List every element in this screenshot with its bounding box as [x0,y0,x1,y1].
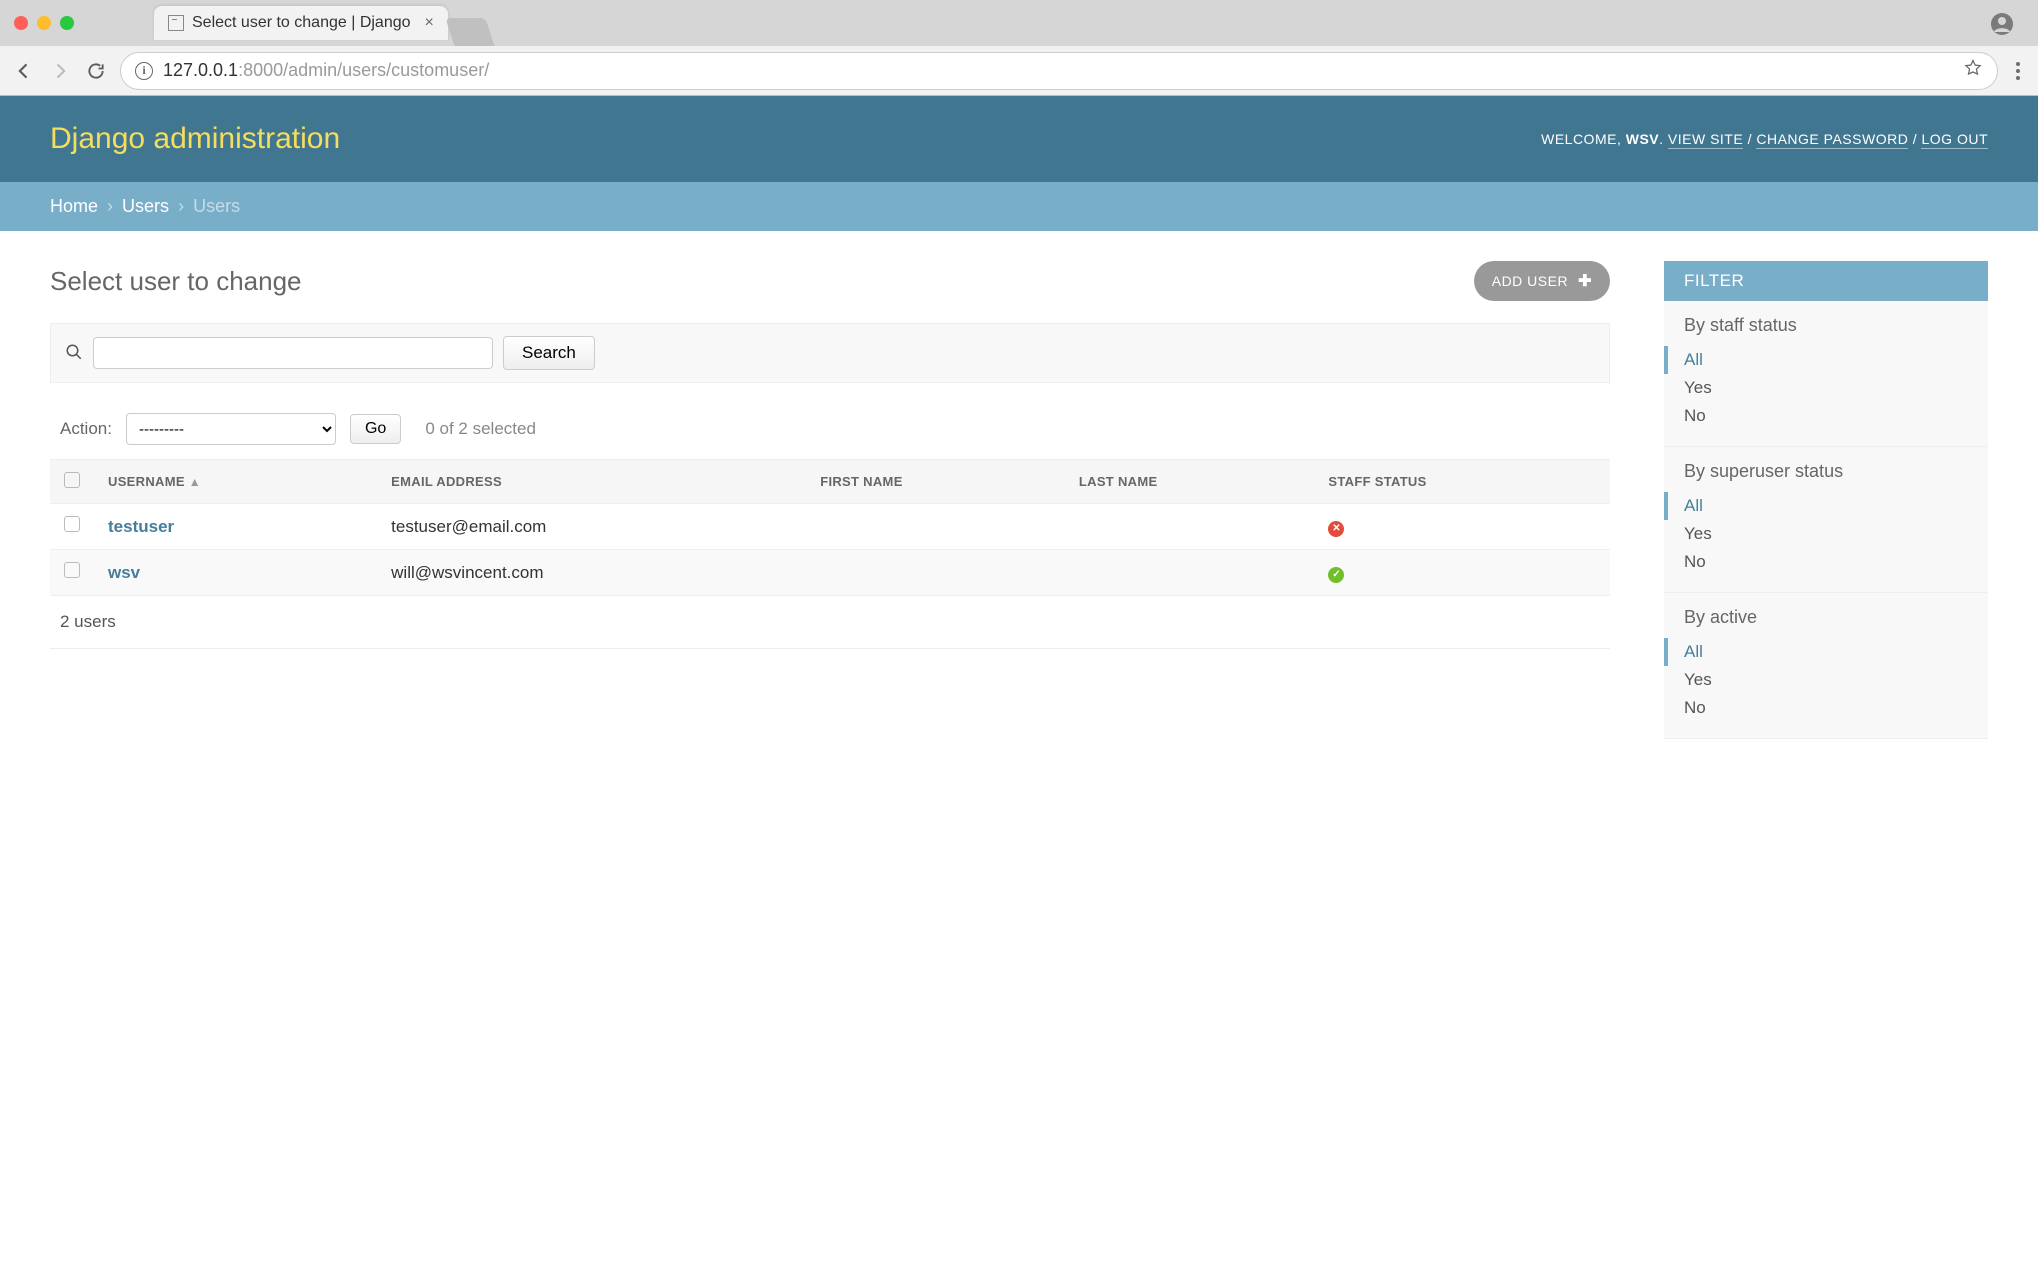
filter-option[interactable]: No [1684,548,1968,576]
row-checkbox[interactable] [64,562,80,578]
search-icon [65,343,83,364]
browser-tab[interactable]: Select user to change | Django × [154,6,448,40]
yes-icon: ✓ [1328,567,1344,583]
browser-chrome: Select user to change | Django × i 127.0… [0,0,2038,96]
filter-sidebar: FILTER By staff statusAllYesNoBy superus… [1664,261,1988,739]
add-user-button[interactable]: ADD USER ✚ [1474,261,1610,301]
site-branding[interactable]: Django administration [50,122,340,156]
filter-option[interactable]: No [1684,402,1968,430]
forward-button[interactable] [48,59,72,83]
cell-email: will@wsvincent.com [377,550,806,596]
cell-first-name [806,504,1065,550]
page-title: Select user to change [50,266,302,297]
site-info-icon[interactable]: i [135,62,153,80]
cell-first-name [806,550,1065,596]
plus-icon: ✚ [1578,271,1592,291]
filter-group-title: By superuser status [1684,461,1968,482]
url-text: 127.0.0.1:8000/admin/users/customuser/ [163,60,489,81]
filter-group: By staff status AllYesNo [1664,301,1988,447]
selection-count: 0 of 2 selected [425,419,536,439]
filter-option[interactable]: All [1664,346,1968,374]
close-tab-icon[interactable]: × [425,14,434,32]
actions-row: Action: --------- Go 0 of 2 selected [50,413,1610,445]
go-button[interactable]: Go [350,414,401,444]
filter-group: By active AllYesNo [1664,593,1988,739]
cell-email: testuser@email.com [377,504,806,550]
filter-option[interactable]: Yes [1684,374,1968,402]
table-row: wsv will@wsvincent.com ✓ [50,550,1610,596]
username-link[interactable]: testuser [108,517,174,536]
col-email[interactable]: EMAIL ADDRESS [377,460,806,504]
view-site-link[interactable]: VIEW SITE [1668,131,1743,149]
filter-option[interactable]: All [1664,492,1968,520]
breadcrumb-app[interactable]: Users [122,196,169,216]
no-icon: ✕ [1328,521,1344,537]
row-checkbox[interactable] [64,516,80,532]
filter-option[interactable]: All [1664,638,1968,666]
col-username[interactable]: USERNAME ▲ [94,460,377,504]
paginator: 2 users [50,596,1610,649]
page-favicon-icon [168,15,184,31]
window-controls [14,16,74,30]
maximize-window-icon[interactable] [60,16,74,30]
change-password-link[interactable]: CHANGE PASSWORD [1756,131,1908,149]
filter-option[interactable]: Yes [1684,520,1968,548]
tab-title: Select user to change | Django [192,14,411,32]
cell-last-name [1065,550,1315,596]
result-table: USERNAME ▲ EMAIL ADDRESS FIRST NAME LAST… [50,459,1610,596]
search-toolbar: Search [50,323,1610,383]
reload-button[interactable] [84,59,108,83]
minimize-window-icon[interactable] [37,16,51,30]
filter-group-title: By active [1684,607,1968,628]
user-tools: WELCOME, WSV. VIEW SITE / CHANGE PASSWOR… [1541,131,1988,147]
breadcrumb-home[interactable]: Home [50,196,98,216]
search-input[interactable] [93,337,493,369]
col-last-name[interactable]: LAST NAME [1065,460,1315,504]
browser-toolbar: i 127.0.0.1:8000/admin/users/customuser/ [0,46,2038,96]
breadcrumb-current: Users [193,196,240,216]
cell-staff: ✓ [1314,550,1610,596]
welcome-text: WELCOME, [1541,131,1626,147]
table-row: testuser testuser@email.com ✕ [50,504,1610,550]
address-bar[interactable]: i 127.0.0.1:8000/admin/users/customuser/ [120,52,1998,90]
profile-icon[interactable] [1990,12,2014,36]
select-all-checkbox[interactable] [64,472,80,488]
close-window-icon[interactable] [14,16,28,30]
new-tab-button[interactable] [445,18,494,46]
action-label: Action: [60,419,112,439]
current-user: WSV [1626,131,1659,147]
breadcrumb: Home › Users › Users [0,182,2038,231]
username-link[interactable]: wsv [108,563,140,582]
filter-heading: FILTER [1664,261,1988,301]
col-first-name[interactable]: FIRST NAME [806,460,1065,504]
col-staff[interactable]: STAFF STATUS [1314,460,1610,504]
tab-strip: Select user to change | Django × [0,0,2038,46]
admin-header: Django administration WELCOME, WSV. VIEW… [0,96,2038,182]
bookmark-icon[interactable] [1963,58,1983,83]
search-button[interactable]: Search [503,336,595,370]
filter-group-title: By staff status [1684,315,1968,336]
back-button[interactable] [12,59,36,83]
action-select[interactable]: --------- [126,413,336,445]
filter-group: By superuser status AllYesNo [1664,447,1988,593]
browser-menu-icon[interactable] [2010,62,2026,80]
filter-option[interactable]: Yes [1684,666,1968,694]
cell-staff: ✕ [1314,504,1610,550]
filter-option[interactable]: No [1684,694,1968,722]
cell-last-name [1065,504,1315,550]
logout-link[interactable]: LOG OUT [1921,131,1988,149]
sort-asc-icon: ▲ [189,475,201,489]
